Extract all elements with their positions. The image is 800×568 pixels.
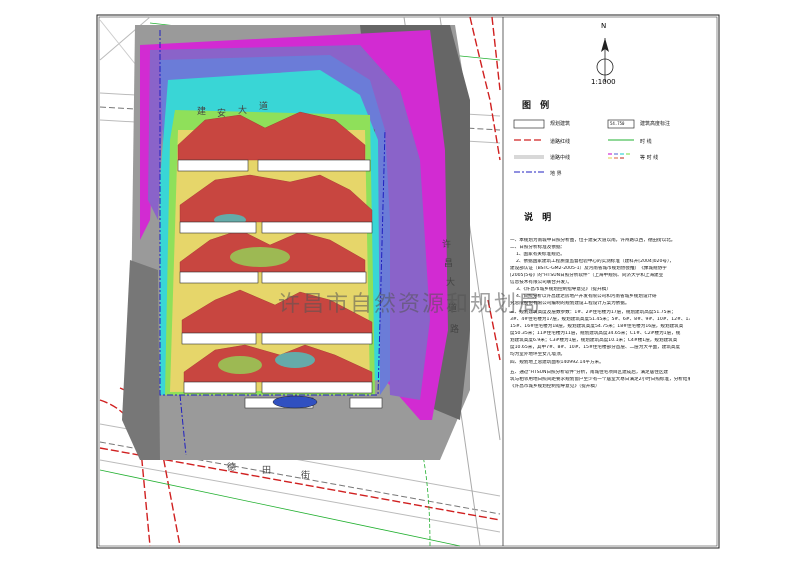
note-line: 三、规划建筑高度及层数参数：1#、2#住宅楼为17层，规划建筑高度51.75米； bbox=[510, 310, 676, 315]
legend-height-sample: 54.750 bbox=[610, 121, 625, 126]
note-line: 15#、16#住宅楼为18层，规划建筑高度54.75米；18#住宅楼为16层，规… bbox=[510, 324, 684, 329]
road-label-south-2: 田 bbox=[262, 466, 272, 476]
plaza-feature bbox=[272, 395, 318, 409]
north-letter: N bbox=[601, 22, 607, 30]
note-line: 二、日照分析标准及依据： bbox=[510, 245, 566, 250]
notes-title: 说 明 bbox=[524, 213, 555, 223]
road-label-north-4: 道 bbox=[259, 102, 269, 112]
road-label-north-2: 安 bbox=[217, 109, 227, 119]
legend-label-land-line: 地 界 bbox=[550, 171, 562, 177]
road-label-south-3: 街 bbox=[301, 471, 311, 481]
legend-title: 图 例 bbox=[522, 101, 553, 111]
road-label-east-5: 路 bbox=[450, 325, 460, 335]
note-line: 筑与相邻用地日照间距要求规划窗户至少有一个居室大寒日满足2小时日照标准，分析结果… bbox=[510, 377, 690, 382]
note-line: 究总院股份有限公司编制的规划建设工程设计方案为依据。 bbox=[510, 301, 630, 306]
note-line: 3#、4#住宅楼为17层，规划建筑高度51.45米；5#、6#、8#、9#、10… bbox=[510, 317, 690, 322]
note-line: 五、通过"HTSUN日照分析软件"分析，南城住宅项目区建成后，满足居住区建 bbox=[510, 370, 669, 375]
road-label-south-1: 德 bbox=[227, 463, 237, 473]
note-line: 划建筑高度6.9米；C3#楼为1层，规划建筑高度10.1米；C4#楼1层，规划建… bbox=[510, 338, 678, 343]
road-label-north-1: 建 bbox=[197, 107, 207, 117]
note-line: 信息技术有限公司联合开发）。 bbox=[510, 280, 573, 285]
road-label-east-1: 许 bbox=[442, 240, 452, 250]
note-line: 《许昌市城乡规划控制指导意见》（提升稿） bbox=[510, 384, 600, 389]
watermark-text: 许昌市自然资源和规划局 bbox=[278, 292, 543, 317]
note-line: 四、规划地上总建筑面积140992.14平方米。 bbox=[510, 360, 604, 365]
note-line: [2005]5号》的"HTSUN日照分析软件"（上海中规院、同济大学和上海建业 bbox=[510, 273, 664, 278]
note-line: 2、依据国家建筑工程质量监督检验中心的实测标准（建科开[2004]020号）， bbox=[516, 259, 674, 264]
legend-label-road-center-line: 道路中线 bbox=[550, 155, 571, 161]
drawing-sheet: 建 安 大 道 许 昌 大 道 路 德 田 街 许昌市自然资源和规划局 N 1:… bbox=[0, 0, 800, 564]
note-line: 4、日照分析以许昌建达房地产开发有限公司和河南省城乡规划设计研 bbox=[516, 294, 657, 299]
note-line: 度10.65米，其中7#、8#、10#、15#住宅楼部分首层、二层为大平面，建筑… bbox=[510, 345, 681, 350]
legend-label-contour: 等 时 线 bbox=[640, 155, 659, 161]
road-label-north-3: 大 bbox=[238, 106, 248, 116]
note-line: 建设部认证（BSTC-GM2-2005-1）及河南省城市规划协会推广《豫城规协字 bbox=[510, 266, 667, 271]
note-line: 均为室外地坪至女儿墙顶。 bbox=[510, 352, 566, 357]
legend-label-building: 规划建筑 bbox=[550, 121, 571, 127]
legend-label-hour-line: 时 线 bbox=[640, 139, 652, 145]
note-line: 度50.35米；11#住宅楼为11层，规划建筑高度34.65米；C1#、C2#楼… bbox=[510, 331, 681, 336]
note-line: 3、《许昌市城乡规划控制指导意见》（提升稿） bbox=[516, 287, 611, 292]
legend-label-height-mark: 建筑高度标注 bbox=[640, 121, 671, 127]
road-label-east-2: 昌 bbox=[444, 259, 454, 269]
note-line: 一、本规划为南城中日照分析图，位于建安大道以南，许州路以西，德田街以北。 bbox=[510, 238, 676, 243]
map-scale: 1:1000 bbox=[591, 78, 616, 86]
note-line: 1、国家有关标准规范。 bbox=[516, 252, 565, 257]
legend-label-road-red-line: 道路红线 bbox=[550, 139, 571, 145]
legend-symbols bbox=[513, 119, 635, 173]
